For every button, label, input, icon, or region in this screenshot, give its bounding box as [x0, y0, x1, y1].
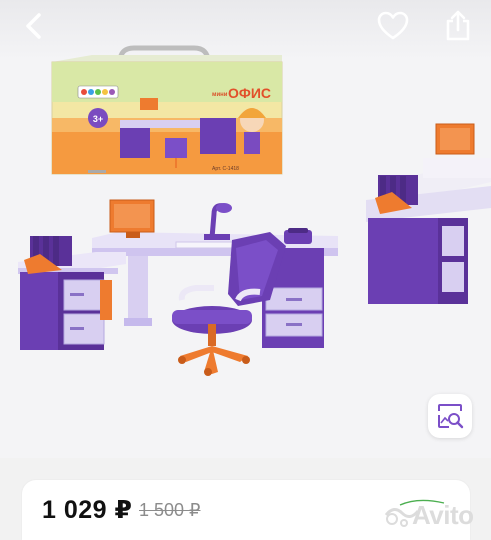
box-brand-title: ОФИС	[228, 85, 271, 101]
price: 1 029 ₽	[42, 496, 133, 524]
image-search-button[interactable]	[428, 394, 472, 438]
heart-icon	[377, 11, 409, 40]
box-brand-small: мини	[212, 92, 228, 98]
side-desk	[366, 123, 491, 304]
share-button[interactable]	[440, 6, 476, 46]
avito-watermark: Avito	[412, 500, 474, 530]
back-button[interactable]	[14, 8, 54, 44]
share-icon	[446, 10, 470, 41]
product-photo: 3+ мини ОФИС Арт. С-1418	[18, 45, 491, 376]
box-article: Арт. С-1418	[212, 166, 239, 172]
image-search-icon	[438, 404, 464, 429]
main-desk	[18, 199, 338, 350]
chevron-left-icon	[26, 13, 41, 39]
favorite-button[interactable]	[372, 6, 414, 46]
box-age: 3+	[93, 114, 103, 124]
photo-gallery[interactable]: 3+ мини ОФИС Арт. С-1418	[0, 0, 491, 458]
old-price: 1 500 ₽	[139, 500, 201, 520]
toy-box: 3+ мини ОФИС Арт. С-1418	[51, 45, 283, 175]
